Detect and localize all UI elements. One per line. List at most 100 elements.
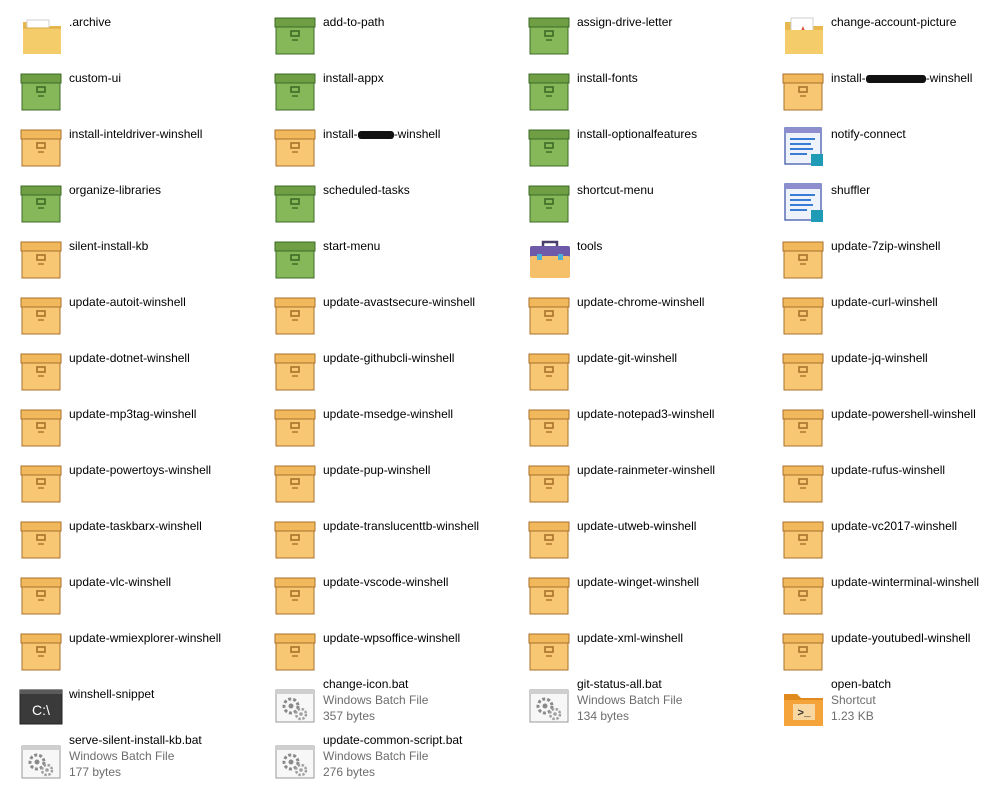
explorer-item-update-mp3tag-winshell[interactable]: update-mp3tag-winshell — [19, 404, 265, 458]
orange-box-icon — [19, 628, 65, 674]
explorer-item-update-jq-winshell[interactable]: update-jq-winshell — [781, 348, 1000, 402]
explorer-item-organize-libraries[interactable]: organize-libraries — [19, 180, 265, 234]
item-label: update-wmiexplorer-winshell — [69, 631, 222, 645]
explorer-item-update-notepad3-winshell[interactable]: update-notepad3-winshell — [527, 404, 773, 458]
doc-folder-icon — [781, 12, 827, 58]
item-text: winshell-snippet — [69, 686, 263, 702]
item-text: install-appx — [323, 70, 517, 86]
explorer-item-start-menu[interactable]: start-menu — [273, 236, 519, 290]
item-text: shortcut-menu — [577, 182, 771, 198]
explorer-item-update-avastsecure-winshell[interactable]: update-avastsecure-winshell — [273, 292, 519, 346]
explorer-item-install-inteldriver-winshell[interactable]: install-inteldriver-winshell — [19, 124, 265, 178]
item-text: install-optionalfeatures — [577, 126, 771, 142]
item-text: custom-ui — [69, 70, 263, 86]
explorer-item-install-optionalfeatures[interactable]: install-optionalfeatures — [527, 124, 773, 178]
item-label: update-powershell-winshell — [831, 407, 976, 421]
explorer-item-update-winget-winshell[interactable]: update-winget-winshell — [527, 572, 773, 626]
explorer-item-notify-connect[interactable]: notify-connect — [781, 124, 1000, 178]
explorer-item-update-wpsoffice-winshell[interactable]: update-wpsoffice-winshell — [273, 628, 519, 682]
item-label: update-youtubedl-winshell — [831, 631, 971, 645]
explorer-item-shuffler[interactable]: shuffler — [781, 180, 1000, 234]
file-explorer-icon-grid: .archive add-to-path assign-drive-letter… — [0, 0, 1000, 800]
explorer-item-winshell-snippet[interactable]: C:\ winshell-snippet — [19, 684, 265, 738]
explorer-item-tools[interactable]: tools — [527, 236, 773, 290]
item-file-type: Shortcut — [831, 693, 876, 707]
terminal-prompt-glyph: >_ — [797, 708, 811, 720]
item-label: shortcut-menu — [577, 183, 654, 197]
orange-box-icon — [19, 516, 65, 562]
batch-gear-icon — [273, 684, 319, 730]
explorer-item-shortcut-menu[interactable]: shortcut-menu — [527, 180, 773, 234]
item-text: update-rainmeter-winshell — [577, 462, 771, 478]
explorer-item-update-utweb-winshell[interactable]: update-utweb-winshell — [527, 516, 773, 570]
orange-box-icon — [273, 404, 319, 450]
explorer-item-update-rainmeter-winshell[interactable]: update-rainmeter-winshell — [527, 460, 773, 514]
explorer-item-update-vlc-winshell[interactable]: update-vlc-winshell — [19, 572, 265, 626]
orange-box-icon — [273, 628, 319, 674]
item-label: update-translucenttb-winshell — [323, 519, 480, 533]
explorer-item-update-vscode-winshell[interactable]: update-vscode-winshell — [273, 572, 519, 626]
explorer-item-update-common-script-bat[interactable]: update-common-script.bat Windows Batch Fi… — [273, 733, 519, 794]
item-label: add-to-path — [323, 15, 385, 29]
explorer-item-update-msedge-winshell[interactable]: update-msedge-winshell — [273, 404, 519, 458]
explorer-item-update-vc2017-winshell[interactable]: update-vc2017-winshell — [781, 516, 1000, 570]
explorer-item-update-githubcli-winshell[interactable]: update-githubcli-winshell — [273, 348, 519, 402]
orange-box-icon — [273, 124, 319, 170]
item-text: update-vlc-winshell — [69, 574, 263, 590]
explorer-item-update-translucenttb-winshell[interactable]: update-translucenttb-winshell — [273, 516, 519, 570]
item-text: update-common-script.bat Windows Batch Fi… — [323, 732, 517, 780]
item-text: install- -winshell — [831, 70, 1000, 86]
explorer-item-scheduled-tasks[interactable]: scheduled-tasks — [273, 180, 519, 234]
explorer-item-update-taskbarx-winshell[interactable]: update-taskbarx-winshell — [19, 516, 265, 570]
explorer-item-change-account-picture[interactable]: change-account-picture — [781, 12, 1000, 66]
explorer-item-update-rufus-winshell[interactable]: update-rufus-winshell — [781, 460, 1000, 514]
explorer-item-open-batch-shortcut[interactable]: >_ open-batch Shortcut 1.23 KB — [781, 677, 1000, 738]
green-box-icon — [19, 180, 65, 226]
explorer-item-custom-ui[interactable]: custom-ui — [19, 68, 265, 122]
explorer-item-update-chrome-winshell[interactable]: update-chrome-winshell — [527, 292, 773, 346]
item-label: git-status-all.bat — [577, 677, 662, 691]
explorer-item-update-7zip-winshell[interactable]: update-7zip-winshell — [781, 236, 1000, 290]
explorer-item-update-pup-winshell[interactable]: update-pup-winshell — [273, 460, 519, 514]
item-label: update-jq-winshell — [831, 351, 928, 365]
green-box-icon — [527, 124, 573, 170]
explorer-item-update-xml-winshell[interactable]: update-xml-winshell — [527, 628, 773, 682]
explorer-item-change-icon-bat[interactable]: change-icon.bat Windows Batch File 357 byt… — [273, 677, 519, 738]
explorer-item-serve-silent-install-kb-bat[interactable]: serve-silent-install-kb.bat Windows Batch… — [19, 733, 265, 794]
explorer-item-assign-drive-letter[interactable]: assign-drive-letter — [527, 12, 773, 66]
explorer-item-update-youtubedl-winshell[interactable]: update-youtubedl-winshell — [781, 628, 1000, 682]
explorer-item-update-git-winshell[interactable]: update-git-winshell — [527, 348, 773, 402]
item-text: update-xml-winshell — [577, 630, 771, 646]
explorer-item-install-redacted-winshell[interactable]: install- -winshell — [781, 68, 1000, 122]
explorer-item-install-redacted2-winshell[interactable]: install- -winshell — [273, 124, 519, 178]
item-label: update-mp3tag-winshell — [69, 407, 197, 421]
item-label: update-powertoys-winshell — [69, 463, 212, 477]
explorer-item-update-dotnet-winshell[interactable]: update-dotnet-winshell — [19, 348, 265, 402]
item-label: update-vscode-winshell — [323, 575, 449, 589]
item-label: update-vc2017-winshell — [831, 519, 958, 533]
green-box-icon — [273, 12, 319, 58]
item-label: update-rainmeter-winshell — [577, 463, 716, 477]
explorer-item-archive-folder[interactable]: .archive — [19, 12, 265, 66]
item-label: install- — [323, 127, 358, 141]
explorer-item-update-wmiexplorer-winshell[interactable]: update-wmiexplorer-winshell — [19, 628, 265, 682]
script-icon — [781, 180, 827, 226]
explorer-item-add-to-path[interactable]: add-to-path — [273, 12, 519, 66]
item-text: notify-connect — [831, 126, 1000, 142]
explorer-item-update-winterminal-winshell[interactable]: update-winterminal-winshell — [781, 572, 1000, 626]
item-file-type: Windows Batch File — [323, 693, 429, 707]
item-label: update-pup-winshell — [323, 463, 431, 477]
explorer-item-git-status-all-bat[interactable]: git-status-all.bat Windows Batch File 134 … — [527, 677, 773, 738]
explorer-item-update-powershell-winshell[interactable]: update-powershell-winshell — [781, 404, 1000, 458]
item-file-size: 276 bytes — [323, 765, 376, 779]
explorer-item-update-curl-winshell[interactable]: update-curl-winshell — [781, 292, 1000, 346]
explorer-item-update-autoit-winshell[interactable]: update-autoit-winshell — [19, 292, 265, 346]
orange-box-icon — [527, 348, 573, 394]
explorer-item-install-fonts[interactable]: install-fonts — [527, 68, 773, 122]
explorer-item-install-appx[interactable]: install-appx — [273, 68, 519, 122]
orange-box-icon — [781, 460, 827, 506]
explorer-item-update-powertoys-winshell[interactable]: update-powertoys-winshell — [19, 460, 265, 514]
redaction-scribble — [357, 130, 394, 139]
orange-box-icon — [527, 292, 573, 338]
explorer-item-silent-install-kb[interactable]: silent-install-kb — [19, 236, 265, 290]
